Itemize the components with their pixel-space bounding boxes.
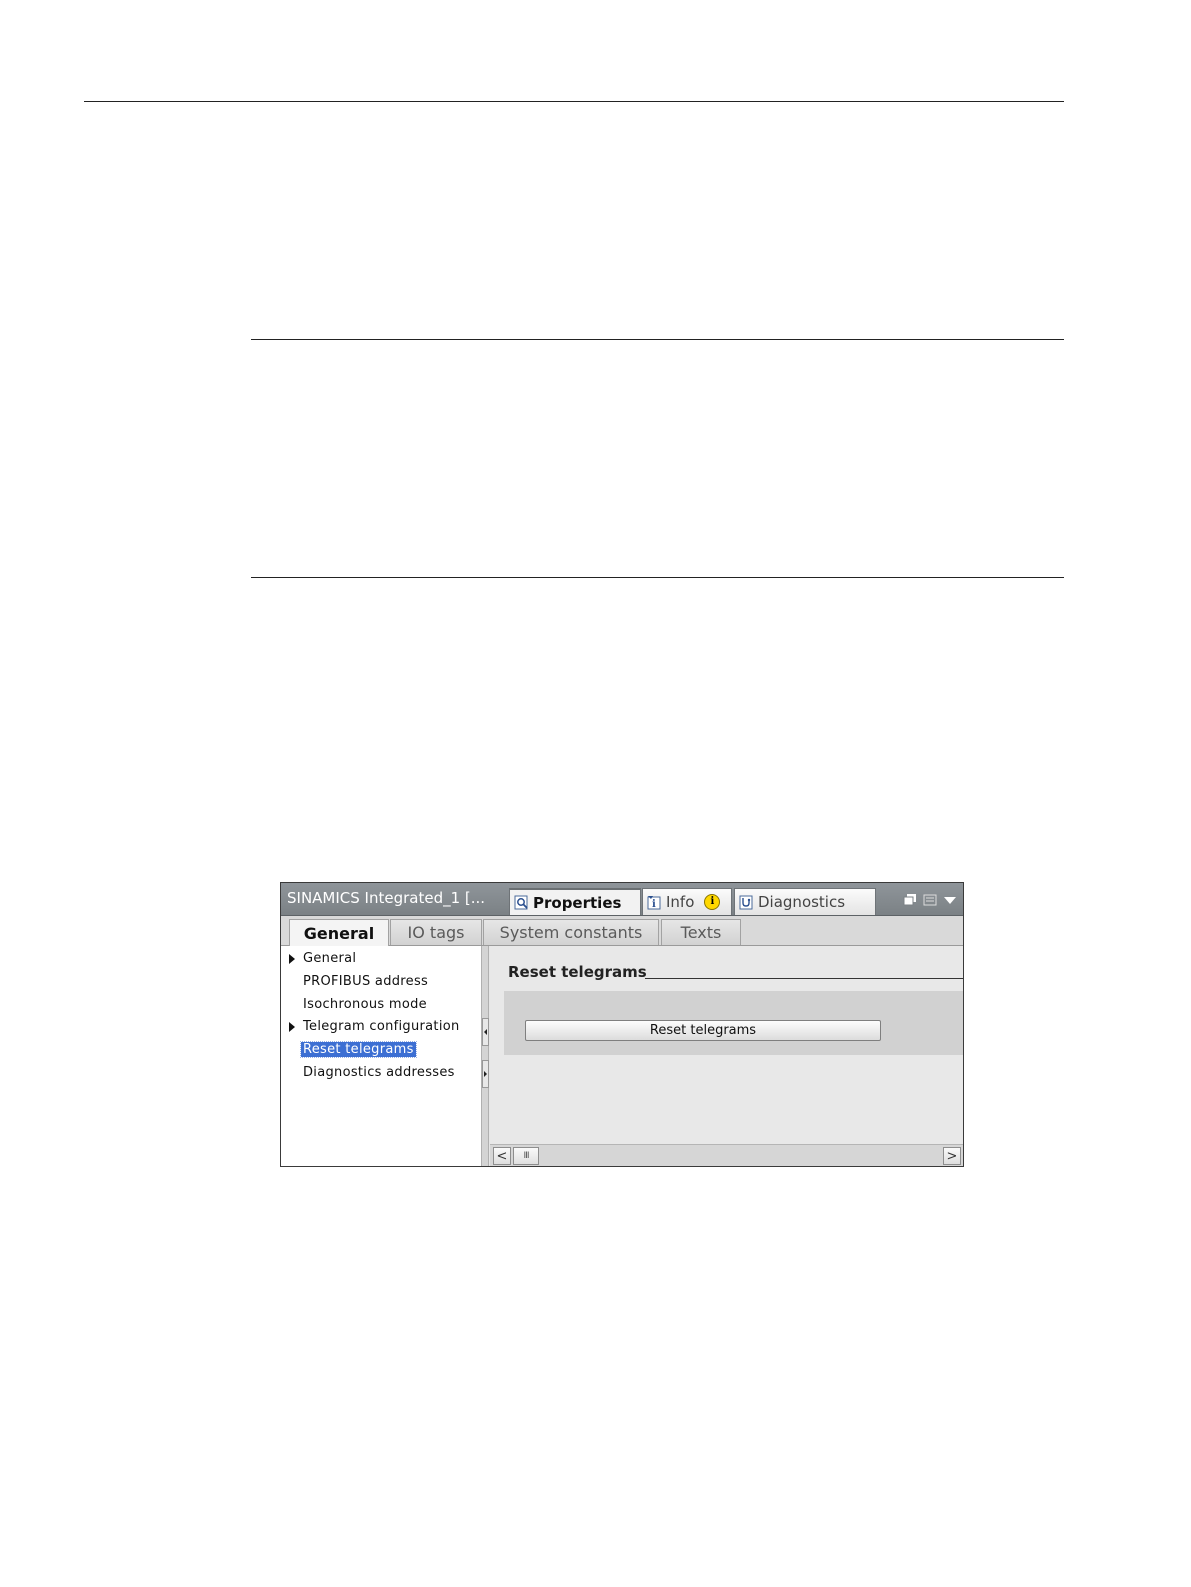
properties-icon [514, 895, 529, 910]
tab-info-label: Info [666, 893, 695, 911]
window-controls [903, 891, 957, 910]
splitter[interactable] [481, 946, 489, 1166]
tab-diagnostics[interactable]: Diagnostics [734, 888, 876, 915]
dropdown-icon[interactable] [943, 891, 957, 910]
section-rule-2 [251, 577, 1064, 578]
tab-general-label: General [303, 923, 375, 943]
panel-title: SINAMICS Integrated_1 [... [287, 889, 486, 907]
nav-item-general[interactable]: General [303, 951, 356, 966]
expand-right-button[interactable] [482, 1060, 489, 1088]
tab-diagnostics-label: Diagnostics [758, 893, 846, 911]
section-rule-1 [251, 339, 1064, 340]
scroll-right-button[interactable]: > [943, 1147, 961, 1165]
nav-item-telegram-configuration[interactable]: Telegram configuration [303, 1019, 460, 1034]
tab-system-constants[interactable]: System constants [483, 919, 659, 945]
nav-item-isochronous-mode[interactable]: Isochronous mode [303, 997, 427, 1012]
nav-item-reset-telegrams[interactable]: Reset telegrams [300, 1041, 417, 1058]
nav-tree: General PROFIBUS address Isochronous mod… [281, 946, 481, 1166]
tab-properties-label: Properties [533, 893, 622, 912]
diagnostics-icon [739, 895, 754, 910]
info-badge: i [704, 894, 721, 910]
tab-info[interactable]: i Info i [642, 888, 732, 915]
tab-properties[interactable]: Properties [509, 888, 641, 915]
reset-group: Reset telegrams [504, 991, 963, 1055]
list-icon[interactable] [923, 891, 937, 910]
section-divider [645, 978, 963, 979]
reset-telegrams-button[interactable]: Reset telegrams [525, 1020, 881, 1041]
nav-item-profibus-address[interactable]: PROFIBUS address [303, 974, 428, 989]
scroll-left-button[interactable]: < [493, 1147, 511, 1165]
tab-texts-label: Texts [680, 923, 722, 942]
tab-texts[interactable]: Texts [661, 919, 741, 945]
nav-item-diagnostics-addresses[interactable]: Diagnostics addresses [303, 1065, 455, 1080]
inspector-panel: SINAMICS Integrated_1 [... Properties i [280, 882, 964, 1167]
tab-general[interactable]: General [289, 919, 389, 946]
tab-io-tags-label: IO tags [407, 923, 465, 942]
tab-io-tags[interactable]: IO tags [390, 919, 482, 945]
horizontal-scrollbar[interactable]: < III > [490, 1144, 963, 1166]
collapse-left-button[interactable] [482, 1018, 489, 1046]
expand-arrow-icon[interactable] [289, 954, 295, 964]
restore-icon[interactable] [903, 891, 917, 910]
section-title: Reset telegrams [508, 963, 647, 981]
expand-arrow-icon[interactable] [289, 1022, 295, 1032]
content-area: Reset telegrams Reset telegrams [490, 946, 963, 1144]
scroll-thumb[interactable]: III [513, 1147, 539, 1165]
panel-titlebar: SINAMICS Integrated_1 [... Properties i [281, 883, 963, 916]
svg-text:i: i [652, 899, 656, 910]
top-rule [84, 101, 1064, 102]
tab-system-constants-label: System constants [499, 923, 643, 942]
info-icon: i [647, 895, 662, 910]
tab-strip: General IO tags System constants Texts [281, 916, 963, 946]
